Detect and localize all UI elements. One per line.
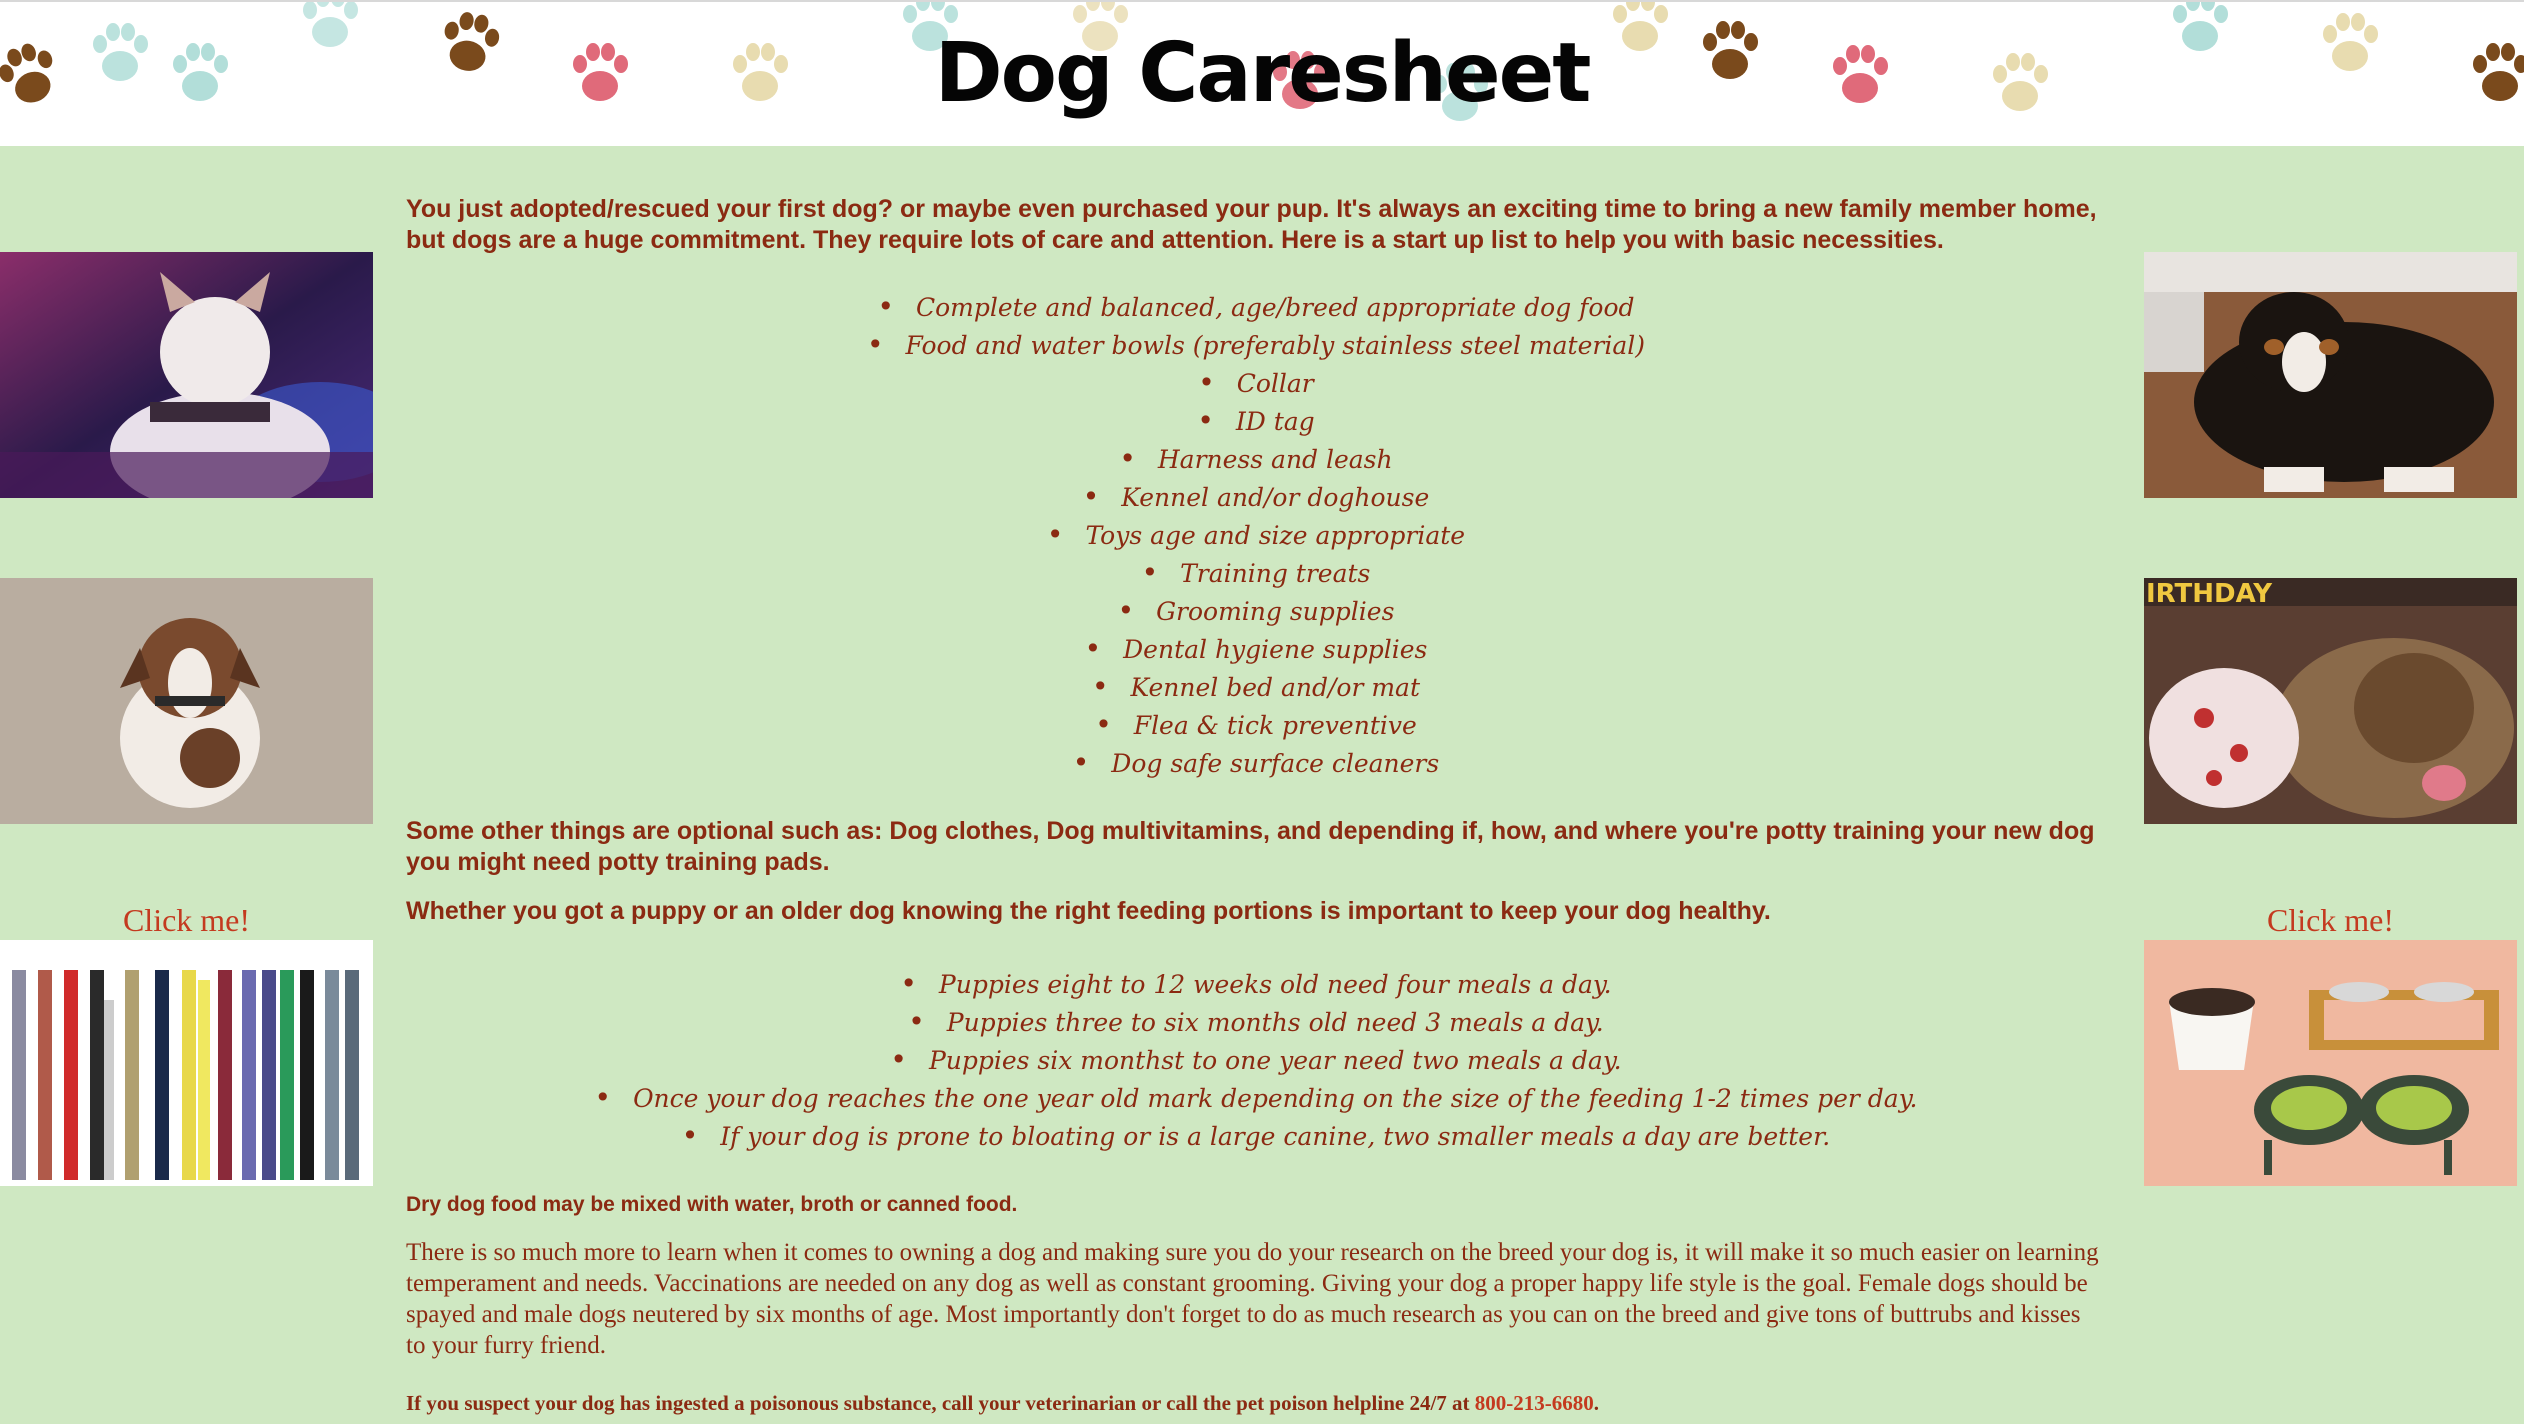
collars-click-label[interactable]: Click me! <box>0 902 373 938</box>
feeding-list-item: Puppies six monthst to one year need two… <box>406 1041 2106 1079</box>
feeding-intro-paragraph: Whether you got a puppy or an older dog … <box>406 897 1771 925</box>
intro-paragraph: You just adopted/rescued your first dog?… <box>406 195 2097 254</box>
necessity-list-item: Food and water bowls (preferably stainle… <box>406 326 2106 364</box>
page-title: Dog Caresheet <box>934 26 1592 121</box>
necessity-list-item: Dog safe surface cleaners <box>406 744 2106 782</box>
bowls-click-label[interactable]: Click me! <box>2144 902 2517 938</box>
dry-food-note: Dry dog food may be mixed with water, br… <box>406 1193 1018 1216</box>
poison-warning-end: . <box>1593 1391 1600 1415</box>
necessity-list-item: Complete and balanced, age/breed appropr… <box>406 288 2106 326</box>
dog-collars-photo[interactable] <box>0 940 373 1186</box>
puppy-on-carpet-photo <box>0 578 373 824</box>
necessity-list-item: Training treats <box>406 554 2106 592</box>
feeding-list: Puppies eight to 12 weeks old need four … <box>406 965 2106 1155</box>
necessities-list: Complete and balanced, age/breed appropr… <box>406 288 2106 782</box>
dog-bowls-photo[interactable] <box>2144 940 2517 1186</box>
necessity-list-item: Kennel and/or doghouse <box>406 478 2106 516</box>
husky-puppy-photo <box>0 252 373 498</box>
necessity-list-item: Flea & tick preventive <box>406 706 2106 744</box>
necessity-list-item: Toys age and size appropriate <box>406 516 2106 554</box>
yorkie-birthday-photo: IRTHDAY <box>2144 578 2517 824</box>
main-content: You just adopted/rescued your first dog?… <box>406 194 2106 1416</box>
feeding-list-item: Puppies three to six months old need 3 m… <box>406 1003 2106 1041</box>
birthday-banner-text: IRTHDAY <box>2146 579 2273 609</box>
necessity-list-item: Grooming supplies <box>406 592 2106 630</box>
feeding-list-item: If your dog is prone to bloating or is a… <box>406 1117 2106 1155</box>
feeding-list-item: Puppies eight to 12 weeks old need four … <box>406 965 2106 1003</box>
poison-warning-text: If you suspect your dog has ingested a p… <box>406 1391 1475 1415</box>
necessity-list-item: ID tag <box>406 402 2106 440</box>
feeding-list-item: Once your dog reaches the one year old m… <box>406 1079 2106 1117</box>
necessity-list-item: Kennel bed and/or mat <box>406 668 2106 706</box>
closing-paragraph: There is so much more to learn when it c… <box>406 1239 2099 1359</box>
poison-helpline-phone-link[interactable]: 800-213-6680 <box>1475 1391 1594 1415</box>
necessity-list-item: Harness and leash <box>406 440 2106 478</box>
poison-warning: If you suspect your dog has ingested a p… <box>406 1391 2106 1416</box>
necessity-list-item: Collar <box>406 364 2106 402</box>
header-banner: Dog Caresheet <box>0 0 2524 146</box>
optional-items-paragraph: Some other things are optional such as: … <box>406 817 2095 876</box>
necessity-list-item: Dental hygiene supplies <box>406 630 2106 668</box>
bernese-puppy-photo <box>2144 252 2517 498</box>
